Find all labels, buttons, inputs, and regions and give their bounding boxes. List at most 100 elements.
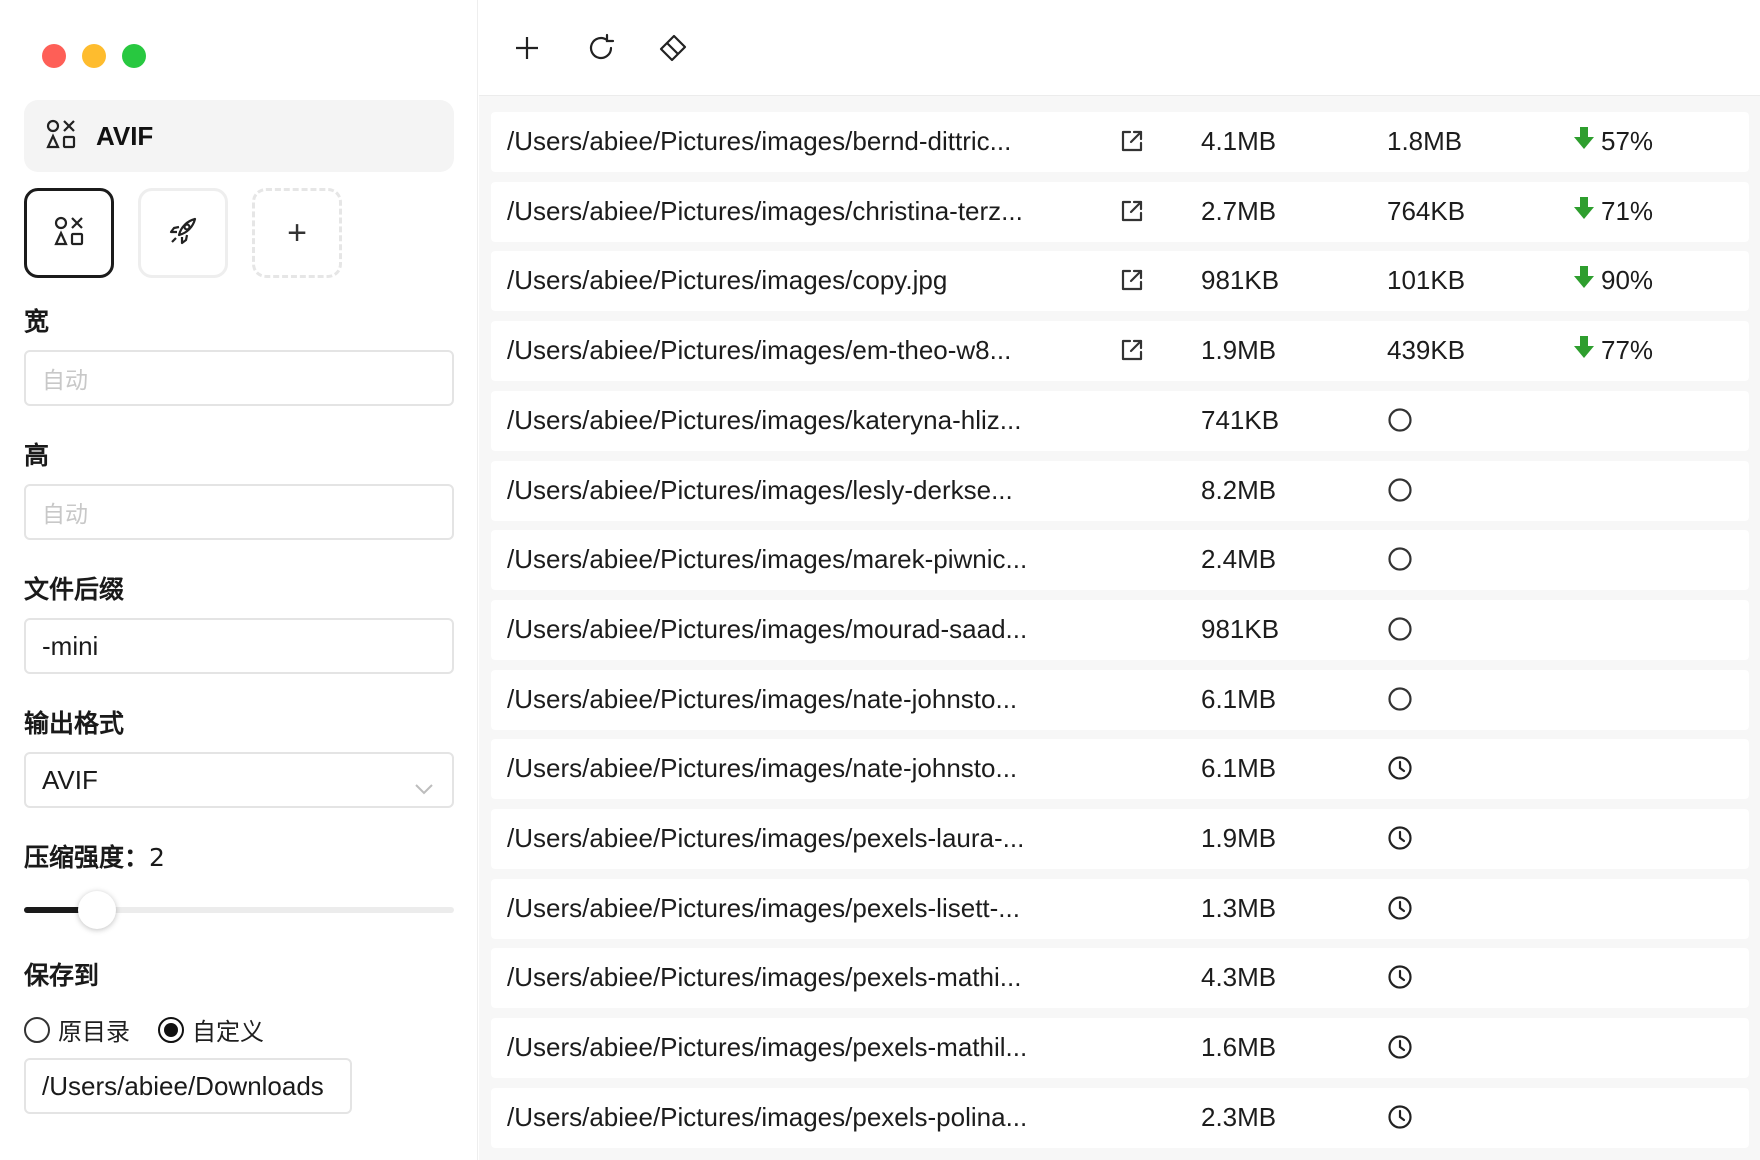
- open-external-icon[interactable]: [1119, 267, 1145, 298]
- file-path: /Users/abiee/Pictures/images/nate-johnst…: [507, 684, 1018, 714]
- loading-spinner-icon: [1387, 616, 1413, 647]
- arrow-down-icon: [1573, 335, 1595, 366]
- file-path: /Users/abiee/Pictures/images/mourad-saad…: [507, 614, 1028, 644]
- file-path: /Users/abiee/Pictures/images/copy.jpg: [507, 265, 948, 295]
- file-path: /Users/abiee/Pictures/images/pexels-math…: [507, 1032, 1028, 1062]
- file-row[interactable]: /Users/abiee/Pictures/images/pexels-laur…: [491, 809, 1749, 869]
- saving-percent: 90%: [1601, 265, 1654, 295]
- original-size: 1.9MB: [1201, 335, 1277, 365]
- zoom-window-button[interactable]: [122, 44, 146, 68]
- suffix-label: 文件后缀: [24, 575, 125, 604]
- open-external-icon[interactable]: [1119, 337, 1145, 368]
- file-row[interactable]: /Users/abiee/Pictures/images/pexels-lise…: [491, 879, 1749, 939]
- file-path: /Users/abiee/Pictures/images/pexels-laur…: [507, 823, 1025, 853]
- file-row[interactable]: /Users/abiee/Pictures/images/copy.jpg 981…: [491, 251, 1749, 311]
- preset-header[interactable]: AVIF: [24, 100, 454, 172]
- refresh-button[interactable]: [581, 30, 621, 70]
- open-external-icon[interactable]: [1119, 128, 1145, 159]
- file-row[interactable]: /Users/abiee/Pictures/images/pexels-poli…: [491, 1088, 1749, 1148]
- minimize-window-button[interactable]: [82, 44, 106, 68]
- original-size: 981KB: [1201, 265, 1280, 295]
- saving-badge: 71%: [1573, 196, 1653, 227]
- traffic-lights: [42, 44, 146, 68]
- sidebar: AVIF + 宽 自动 高 自动 文件后缀 -mini 输出格式 AVIF 压缩…: [0, 0, 478, 1160]
- original-size: 4.1MB: [1201, 126, 1277, 156]
- compression-slider[interactable]: [24, 891, 454, 929]
- compressed-size: 1.8MB: [1387, 126, 1463, 156]
- output-format-label: 输出格式: [24, 709, 125, 738]
- original-size: 6.1MB: [1201, 753, 1277, 783]
- saving-percent: 71%: [1601, 196, 1654, 226]
- radio-custom-dir[interactable]: [158, 1016, 184, 1043]
- plus-icon: [514, 35, 540, 66]
- file-row[interactable]: /Users/abiee/Pictures/images/nate-johnst…: [491, 670, 1749, 730]
- add-preset-button[interactable]: +: [252, 188, 342, 278]
- shapes-icon: [54, 216, 84, 251]
- file-row[interactable]: /Users/abiee/Pictures/images/pexels-math…: [491, 1018, 1749, 1078]
- original-size: 1.6MB: [1201, 1032, 1277, 1062]
- arrow-down-icon: [1573, 196, 1595, 227]
- suffix-input[interactable]: -mini: [24, 618, 454, 674]
- saving-badge: 57%: [1573, 126, 1653, 157]
- clock-icon: [1387, 755, 1413, 786]
- radio-original-dir[interactable]: [24, 1016, 50, 1043]
- file-row[interactable]: /Users/abiee/Pictures/images/pexels-math…: [491, 948, 1749, 1008]
- file-row[interactable]: /Users/abiee/Pictures/images/nate-johnst…: [491, 739, 1749, 799]
- file-path: /Users/abiee/Pictures/images/pexels-math…: [507, 962, 1022, 992]
- saving-badge: 90%: [1573, 265, 1653, 296]
- width-input[interactable]: 自动: [24, 350, 454, 406]
- compressed-size: 764KB: [1387, 196, 1466, 226]
- arrow-down-icon: [1573, 265, 1595, 296]
- eraser-icon: [658, 33, 688, 68]
- shapes-icon: [46, 119, 76, 154]
- toolbar: [479, 0, 1760, 96]
- file-path: /Users/abiee/Pictures/images/marek-piwni…: [507, 544, 1028, 574]
- save-to-options: 原目录 自定义: [24, 1012, 292, 1047]
- save-to-label: 保存到: [24, 961, 100, 990]
- file-path: /Users/abiee/Pictures/images/kateryna-hl…: [507, 405, 1022, 435]
- preset-tiles: +: [24, 188, 342, 278]
- save-to-custom-option[interactable]: 自定义: [158, 1012, 264, 1047]
- compression-label: 压缩强度：2: [24, 838, 165, 874]
- saving-percent: 77%: [1601, 335, 1654, 365]
- close-window-button[interactable]: [42, 44, 66, 68]
- file-path: /Users/abiee/Pictures/images/christina-t…: [507, 196, 1023, 226]
- saving-percent: 57%: [1601, 126, 1654, 156]
- rocket-icon: [167, 215, 199, 252]
- open-external-icon[interactable]: [1119, 198, 1145, 229]
- original-size: 741KB: [1201, 405, 1280, 435]
- original-size: 4.3MB: [1201, 962, 1277, 992]
- loading-spinner-icon: [1387, 546, 1413, 577]
- clear-button[interactable]: [653, 30, 693, 70]
- saving-badge: 77%: [1573, 335, 1653, 366]
- file-row[interactable]: /Users/abiee/Pictures/images/lesly-derks…: [491, 461, 1749, 521]
- preset-tile-rocket[interactable]: [138, 188, 228, 278]
- compression-value: 2: [149, 843, 165, 872]
- file-path: /Users/abiee/Pictures/images/lesly-derks…: [507, 475, 1013, 505]
- compressed-size: 439KB: [1387, 335, 1466, 365]
- save-to-original-option[interactable]: 原目录: [24, 1012, 130, 1047]
- height-label: 高: [24, 441, 50, 470]
- compression-slider-thumb[interactable]: [78, 891, 116, 929]
- file-path: /Users/abiee/Pictures/images/pexels-poli…: [507, 1102, 1028, 1132]
- preset-tile-shapes[interactable]: [24, 188, 114, 278]
- file-row[interactable]: /Users/abiee/Pictures/images/christina-t…: [491, 182, 1749, 242]
- compression-label-text: 压缩强度：: [24, 843, 150, 872]
- add-files-button[interactable]: [507, 30, 547, 70]
- original-size: 1.3MB: [1201, 893, 1277, 923]
- file-row[interactable]: /Users/abiee/Pictures/images/kateryna-hl…: [491, 391, 1749, 451]
- file-row[interactable]: /Users/abiee/Pictures/images/mourad-saad…: [491, 600, 1749, 660]
- original-size: 2.7MB: [1201, 196, 1277, 226]
- file-row[interactable]: /Users/abiee/Pictures/images/em-theo-w8.…: [491, 321, 1749, 381]
- file-row[interactable]: /Users/abiee/Pictures/images/bernd-dittr…: [491, 112, 1749, 172]
- preset-header-label: AVIF: [96, 120, 154, 151]
- save-path-input[interactable]: /Users/abiee/Downloads: [24, 1058, 352, 1114]
- original-size: 1.9MB: [1201, 823, 1277, 853]
- radio-custom-dir-label: 自定义: [192, 1018, 264, 1046]
- file-row[interactable]: /Users/abiee/Pictures/images/marek-piwni…: [491, 530, 1749, 590]
- original-size: 8.2MB: [1201, 475, 1277, 505]
- output-format-select[interactable]: AVIF: [24, 752, 454, 808]
- file-path: /Users/abiee/Pictures/images/nate-johnst…: [507, 753, 1018, 783]
- height-input[interactable]: 自动: [24, 484, 454, 540]
- main-panel: /Users/abiee/Pictures/images/bernd-dittr…: [479, 0, 1760, 1160]
